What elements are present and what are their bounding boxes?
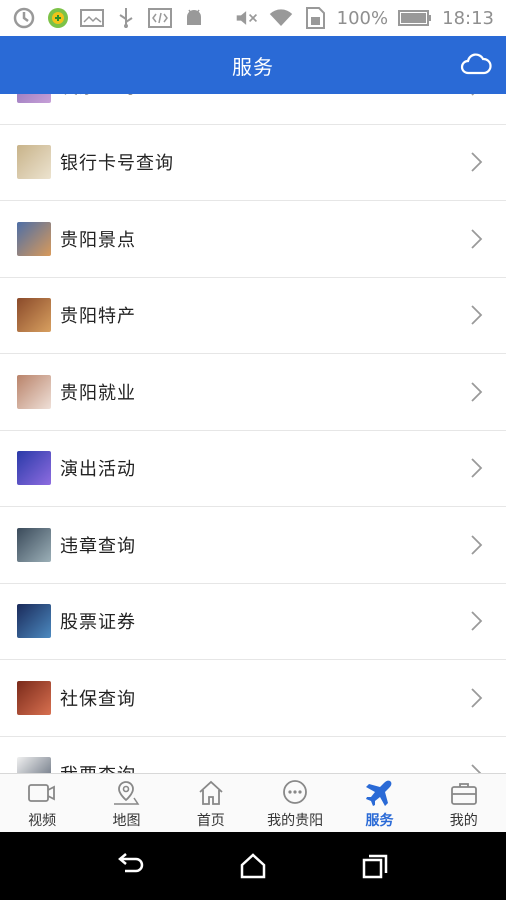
list-item-label: 发票查询: [60, 94, 136, 99]
list-item-thumbnail: [17, 374, 51, 409]
sim-icon: [303, 7, 327, 29]
recents-icon[interactable]: [355, 846, 395, 886]
list-item[interactable]: 社保查询: [0, 660, 506, 737]
airplane-icon: [364, 779, 394, 807]
map-pin-icon: [111, 779, 141, 807]
bottom-tab-bar: 视频 地图 首页 我的贵阳 服务 我的: [0, 773, 506, 832]
tab-label: 服务: [365, 813, 394, 829]
list-item[interactable]: 演出活动: [0, 431, 506, 507]
tab-label: 首页: [196, 813, 225, 829]
list-item-thumbnail: [17, 94, 51, 103]
tab-label: 地图: [112, 813, 141, 829]
list-item-label: 银行卡号查询: [60, 153, 174, 175]
battery-icon: [398, 7, 432, 29]
list-item[interactable]: 贵阳特产: [0, 278, 506, 354]
usb-icon: [114, 7, 138, 29]
list-item-label: 演出活动: [60, 459, 136, 481]
list-item[interactable]: 股票证券: [0, 584, 506, 660]
service-list[interactable]: 发票查询银行卡号查询贵阳景点贵阳特产贵阳就业演出活动违章查询股票证券社保查询我要…: [0, 94, 506, 773]
page-title: 服务: [232, 54, 274, 79]
image-icon: [80, 7, 104, 29]
tab-airplane[interactable]: 服务: [337, 774, 421, 832]
tab-map-pin[interactable]: 地图: [84, 774, 168, 832]
list-item-thumbnail: [17, 145, 51, 180]
list-item-label: 贵阳就业: [60, 382, 136, 404]
tab-label: 我的贵阳: [267, 813, 324, 829]
chevron-right-icon: [470, 610, 484, 632]
battery-percent: 100%: [336, 7, 389, 29]
list-item-thumbnail: [17, 527, 51, 562]
app-notification-icon: [46, 7, 70, 29]
sync-icon: [12, 7, 36, 29]
chevron-right-icon: [470, 151, 484, 173]
mute-icon: [235, 7, 259, 29]
list-item[interactable]: 违章查询: [0, 507, 506, 584]
clock: 18:13: [442, 7, 494, 29]
list-item-label: 贵阳景点: [60, 229, 136, 251]
wifi-icon: [269, 7, 293, 29]
list-item[interactable]: 我要查询: [0, 737, 506, 773]
chevron-right-icon: [470, 381, 484, 403]
back-icon[interactable]: [111, 846, 151, 886]
app-header: 服务: [0, 36, 506, 94]
list-item-thumbnail: [17, 757, 51, 773]
tab-briefcase[interactable]: 我的: [422, 774, 506, 832]
home-nav-icon[interactable]: [233, 846, 273, 886]
chevron-right-icon: [470, 534, 484, 556]
chevron-right-icon: [470, 304, 484, 326]
list-item[interactable]: 银行卡号查询: [0, 125, 506, 201]
chevron-right-icon: [470, 763, 484, 773]
tab-label: 我的: [449, 813, 478, 829]
list-item[interactable]: 贵阳就业: [0, 354, 506, 431]
chevron-right-icon: [470, 228, 484, 250]
list-item-label: 贵阳特产: [60, 306, 136, 328]
tab-video[interactable]: 视频: [0, 774, 84, 832]
chevron-right-icon: [470, 94, 484, 97]
list-item-label: 股票证券: [60, 612, 136, 634]
list-item-thumbnail: [17, 221, 51, 256]
tab-home[interactable]: 首页: [169, 774, 253, 832]
cloud-icon[interactable]: [460, 50, 492, 80]
list-item-label: 违章查询: [60, 535, 136, 557]
briefcase-icon: [449, 779, 479, 807]
list-item-thumbnail: [17, 298, 51, 333]
list-item[interactable]: 贵阳景点: [0, 201, 506, 278]
list-item-thumbnail: [17, 451, 51, 486]
status-bar: 100% 18:13: [0, 0, 506, 36]
system-nav-bar: [0, 832, 506, 900]
tab-label: 视频: [28, 813, 57, 829]
list-item-thumbnail: [17, 604, 51, 639]
android-icon: [182, 7, 206, 29]
chevron-right-icon: [470, 457, 484, 479]
list-item-label: 社保查询: [60, 688, 136, 710]
list-item-thumbnail: [17, 680, 51, 715]
chat-icon: [280, 779, 310, 807]
tab-chat[interactable]: 我的贵阳: [253, 774, 337, 832]
chevron-right-icon: [470, 687, 484, 709]
list-item-label: 我要查询: [60, 761, 136, 773]
home-icon: [196, 779, 226, 807]
list-item[interactable]: 发票查询: [0, 94, 506, 125]
video-icon: [27, 779, 57, 807]
code-icon: [148, 7, 172, 29]
